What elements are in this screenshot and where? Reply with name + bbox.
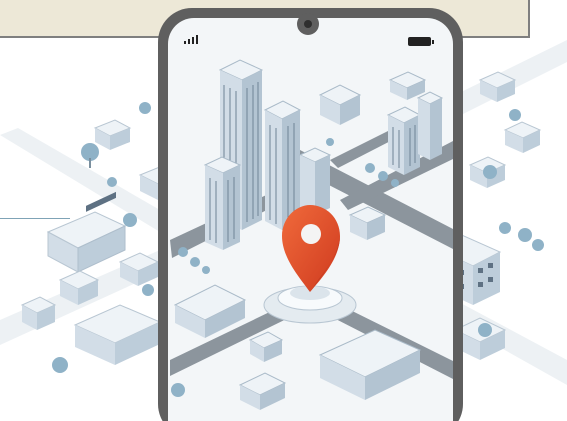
battery-icon (408, 37, 434, 46)
city-scene (0, 8, 567, 421)
map-illustration (0, 0, 567, 421)
